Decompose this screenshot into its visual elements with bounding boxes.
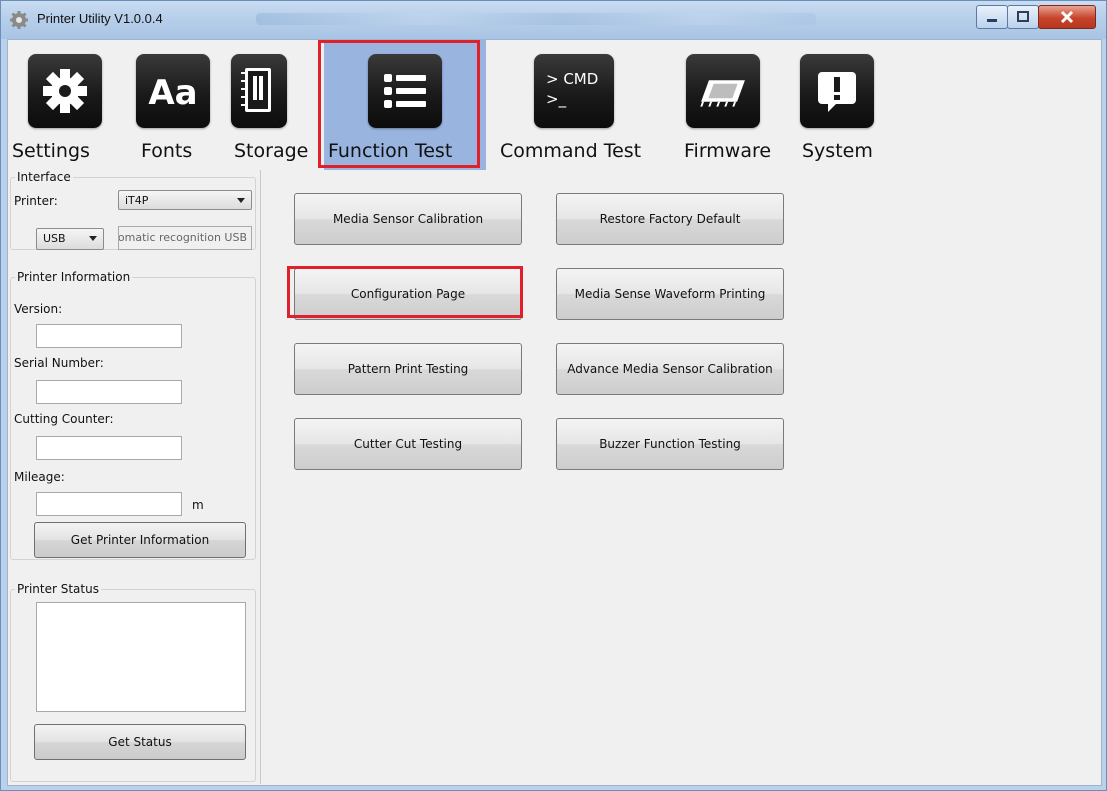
toolbar-label: Storage bbox=[234, 140, 309, 162]
printer-information-legend: Printer Information bbox=[17, 270, 131, 284]
toolbar-system[interactable]: System bbox=[796, 40, 886, 170]
printer-select-value: iT4P bbox=[125, 194, 149, 207]
app-window: Printer Utility V1.0.0.4 Settings Aa Fon… bbox=[0, 0, 1107, 791]
toolbar-label: System bbox=[802, 140, 873, 162]
chip-icon bbox=[686, 54, 760, 128]
printer-select[interactable]: iT4P bbox=[118, 190, 252, 210]
exclamation-icon bbox=[800, 54, 874, 128]
app-gear-icon bbox=[10, 11, 28, 29]
aa-font-icon: Aa bbox=[136, 54, 210, 128]
interface-legend: Interface bbox=[17, 170, 71, 184]
cutter-cut-testing-button[interactable]: Cutter Cut Testing bbox=[294, 418, 522, 470]
blurred-taskbar-area bbox=[256, 13, 816, 25]
toolbar-storage[interactable]: Storage bbox=[228, 40, 318, 170]
toolbar-command-test[interactable]: > CMD >_ Command Test bbox=[498, 40, 658, 170]
port-select-value: USB bbox=[43, 232, 66, 245]
toolbar-label: Fonts bbox=[141, 140, 193, 162]
minimize-button[interactable] bbox=[976, 5, 1008, 29]
maximize-icon bbox=[1017, 11, 1029, 22]
title-bar[interactable]: Printer Utility V1.0.0.4 bbox=[1, 1, 1106, 39]
printer-label: Printer: bbox=[14, 194, 58, 208]
configuration-page-highlight-box bbox=[287, 266, 523, 318]
chevron-down-icon bbox=[89, 236, 97, 241]
mileage-label: Mileage: bbox=[14, 470, 65, 484]
notebook-icon bbox=[231, 54, 287, 128]
toolbar-label: Firmware bbox=[684, 140, 772, 162]
advance-media-sensor-calibration-button[interactable]: Advance Media Sensor Calibration bbox=[556, 343, 784, 395]
port-hint-text: Automatic recognition USB bbox=[118, 231, 247, 244]
left-panel: Interface Printer: iT4P USB Automatic re… bbox=[8, 170, 261, 784]
function-test-highlight-box bbox=[318, 40, 480, 168]
pattern-print-testing-button[interactable]: Pattern Print Testing bbox=[294, 343, 522, 395]
port-select[interactable]: USB bbox=[36, 228, 104, 250]
get-printer-information-button[interactable]: Get Printer Information bbox=[34, 522, 246, 558]
version-field[interactable] bbox=[36, 324, 182, 348]
toolbar-firmware[interactable]: Firmware bbox=[672, 40, 782, 170]
buzzer-function-testing-button[interactable]: Buzzer Function Testing bbox=[556, 418, 784, 470]
toolbar-fonts[interactable]: Aa Fonts bbox=[126, 40, 221, 170]
svg-text:Aa: Aa bbox=[148, 73, 197, 113]
get-status-button[interactable]: Get Status bbox=[34, 724, 246, 760]
media-sense-waveform-printing-button[interactable]: Media Sense Waveform Printing bbox=[556, 268, 784, 320]
window-title: Printer Utility V1.0.0.4 bbox=[37, 11, 163, 26]
mileage-unit: m bbox=[192, 498, 204, 512]
cutting-counter-label: Cutting Counter: bbox=[14, 412, 114, 426]
svg-text:> CMD: > CMD bbox=[546, 70, 598, 88]
printer-status-legend: Printer Status bbox=[17, 582, 99, 596]
toolbar-label: Settings bbox=[12, 140, 90, 162]
minimize-icon bbox=[987, 19, 997, 22]
restore-factory-default-button[interactable]: Restore Factory Default bbox=[556, 193, 784, 245]
svg-text:>_: >_ bbox=[546, 90, 567, 109]
close-icon bbox=[1060, 10, 1074, 24]
serial-number-label: Serial Number: bbox=[14, 356, 104, 370]
version-label: Version: bbox=[14, 302, 63, 316]
chevron-down-icon bbox=[237, 198, 245, 203]
cutting-counter-field[interactable] bbox=[36, 436, 182, 460]
mileage-field[interactable] bbox=[36, 492, 182, 516]
serial-number-field[interactable] bbox=[36, 380, 182, 404]
maximize-button[interactable] bbox=[1007, 5, 1039, 29]
main-toolbar: Settings Aa Fonts Storage Function Test … bbox=[8, 40, 1101, 170]
port-hint-field: Automatic recognition USB bbox=[118, 226, 252, 250]
cmd-icon: > CMD >_ bbox=[534, 54, 614, 128]
media-sensor-calibration-button[interactable]: Media Sensor Calibration bbox=[294, 193, 522, 245]
gear-icon bbox=[28, 54, 102, 128]
close-button[interactable] bbox=[1038, 5, 1096, 29]
toolbar-label: Command Test bbox=[500, 140, 642, 162]
client-area: Settings Aa Fonts Storage Function Test … bbox=[7, 39, 1102, 786]
toolbar-settings[interactable]: Settings bbox=[8, 40, 118, 170]
printer-status-textarea[interactable] bbox=[36, 602, 246, 712]
